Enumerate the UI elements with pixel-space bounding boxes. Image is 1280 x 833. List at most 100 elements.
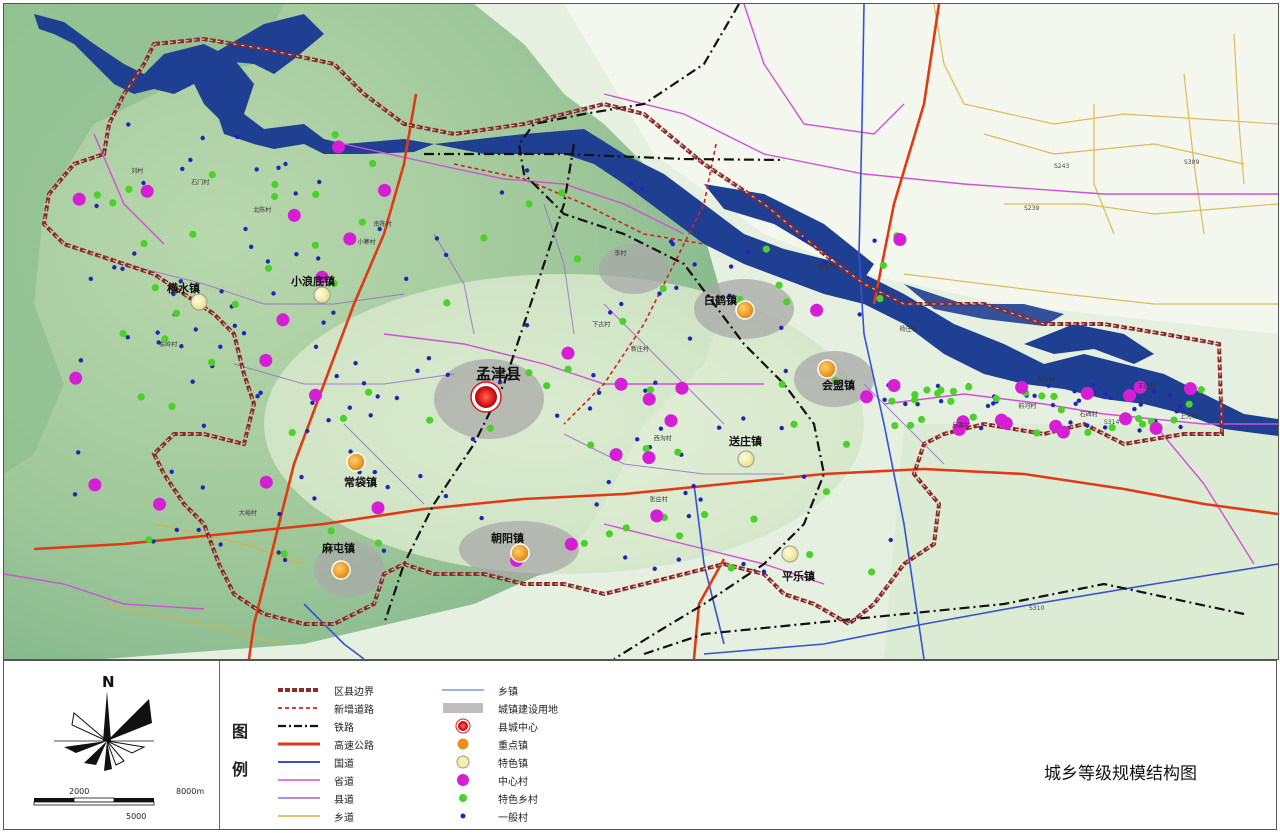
featured-village-marker[interactable] (109, 199, 117, 207)
general-village-marker[interactable] (347, 405, 352, 410)
general-village-marker[interactable] (375, 394, 380, 399)
featured-village-marker[interactable] (965, 383, 973, 391)
featured-village-marker[interactable] (1108, 424, 1116, 432)
general-village-marker[interactable] (88, 276, 94, 281)
featured-village-marker[interactable] (674, 448, 682, 456)
featured-village-marker[interactable] (312, 190, 320, 199)
featured-village-marker[interactable] (659, 285, 667, 293)
central-village-marker[interactable] (609, 448, 623, 462)
central-village-marker[interactable] (72, 192, 86, 206)
central-village-marker[interactable] (1149, 421, 1163, 435)
general-village-marker[interactable] (443, 493, 449, 499)
general-village-marker[interactable] (657, 291, 662, 296)
central-village-marker[interactable] (650, 509, 664, 523)
general-village-marker[interactable] (479, 515, 484, 521)
general-village-marker[interactable] (94, 203, 99, 209)
general-village-marker[interactable] (1091, 382, 1096, 387)
general-village-marker[interactable] (745, 250, 750, 255)
general-village-marker[interactable] (801, 474, 807, 479)
general-village-marker[interactable] (1032, 393, 1037, 398)
general-village-marker[interactable] (219, 289, 224, 294)
featured-village-marker[interactable] (619, 317, 627, 325)
featured-village-marker[interactable] (891, 422, 899, 430)
general-village-marker[interactable] (524, 323, 530, 328)
general-village-marker[interactable] (635, 437, 640, 442)
key-town-marker[interactable] (331, 560, 351, 580)
general-village-marker[interactable] (1137, 428, 1142, 433)
general-village-marker[interactable] (653, 380, 658, 385)
general-village-marker[interactable] (353, 361, 358, 366)
general-village-marker[interactable] (276, 165, 281, 170)
central-village-marker[interactable] (88, 478, 102, 492)
general-village-marker[interactable] (716, 425, 722, 430)
featured-village-marker[interactable] (311, 241, 319, 249)
general-village-marker[interactable] (277, 511, 282, 517)
general-village-marker[interactable] (331, 310, 336, 315)
featured-village-marker[interactable] (917, 415, 926, 424)
featured-village-marker[interactable] (1197, 386, 1205, 394)
general-village-marker[interactable] (313, 344, 319, 349)
general-village-marker[interactable] (1050, 402, 1056, 408)
central-village-marker[interactable] (1119, 412, 1132, 426)
general-village-marker[interactable] (200, 485, 205, 490)
general-village-marker[interactable] (606, 479, 611, 485)
featured-village-marker[interactable] (701, 511, 709, 519)
central-village-marker[interactable] (995, 413, 1008, 427)
central-village-marker[interactable] (642, 392, 656, 406)
central-village-marker[interactable] (1183, 382, 1197, 396)
featured-village-marker[interactable] (1038, 392, 1046, 400)
featured-village-marker[interactable] (906, 421, 915, 429)
general-village-marker[interactable] (293, 191, 298, 196)
general-village-marker[interactable] (779, 325, 784, 330)
featured-village-marker[interactable] (1057, 406, 1065, 414)
general-village-marker[interactable] (312, 496, 317, 501)
general-village-marker[interactable] (676, 557, 681, 562)
general-village-marker[interactable] (283, 161, 288, 167)
central-village-marker[interactable] (69, 371, 83, 385)
featured-village-marker[interactable] (525, 369, 533, 377)
central-village-marker[interactable] (893, 233, 907, 246)
general-village-marker[interactable] (334, 373, 339, 379)
featured-village-marker[interactable] (358, 218, 366, 226)
central-village-marker[interactable] (371, 501, 385, 515)
general-village-marker[interactable] (305, 428, 310, 434)
general-village-marker[interactable] (196, 527, 201, 533)
featured-village-marker[interactable] (137, 393, 145, 401)
general-village-marker[interactable] (258, 390, 263, 395)
general-village-marker[interactable] (1138, 402, 1144, 407)
general-village-marker[interactable] (232, 323, 237, 328)
general-village-marker[interactable] (188, 157, 193, 163)
general-village-marker[interactable] (670, 241, 675, 247)
general-village-marker[interactable] (1102, 425, 1108, 430)
general-village-marker[interactable] (524, 168, 530, 173)
featured-village-marker[interactable] (168, 402, 176, 410)
featured-village-marker[interactable] (125, 185, 133, 193)
general-village-marker[interactable] (728, 264, 734, 269)
featured-village-marker[interactable] (145, 536, 153, 544)
featured-village-marker[interactable] (327, 527, 335, 535)
general-village-marker[interactable] (686, 513, 692, 519)
featured-village-marker[interactable] (622, 524, 630, 532)
featured-village-marker[interactable] (727, 564, 735, 572)
featured-village-marker[interactable] (280, 550, 288, 558)
featured-village-marker[interactable] (923, 386, 931, 394)
featured-village-marker[interactable] (264, 264, 273, 272)
general-village-marker[interactable] (443, 252, 449, 258)
featured-village-marker[interactable] (486, 424, 494, 432)
general-village-marker[interactable] (1108, 395, 1113, 400)
featured-village-marker[interactable] (426, 416, 434, 424)
featured-village-marker[interactable] (231, 300, 239, 308)
featured-village-marker[interactable] (778, 380, 786, 388)
general-village-marker[interactable] (596, 390, 602, 395)
general-village-marker[interactable] (126, 122, 131, 127)
central-village-marker[interactable] (287, 208, 301, 222)
central-village-marker[interactable] (259, 475, 273, 489)
general-village-marker[interactable] (317, 179, 322, 185)
featured-village-marker[interactable] (888, 397, 896, 405)
general-village-marker[interactable] (254, 167, 259, 172)
featured-village-marker[interactable] (676, 532, 684, 540)
general-village-marker[interactable] (587, 406, 593, 411)
featured-town-marker[interactable] (737, 450, 755, 468)
general-village-marker[interactable] (938, 399, 944, 404)
central-village-marker[interactable] (664, 414, 678, 428)
